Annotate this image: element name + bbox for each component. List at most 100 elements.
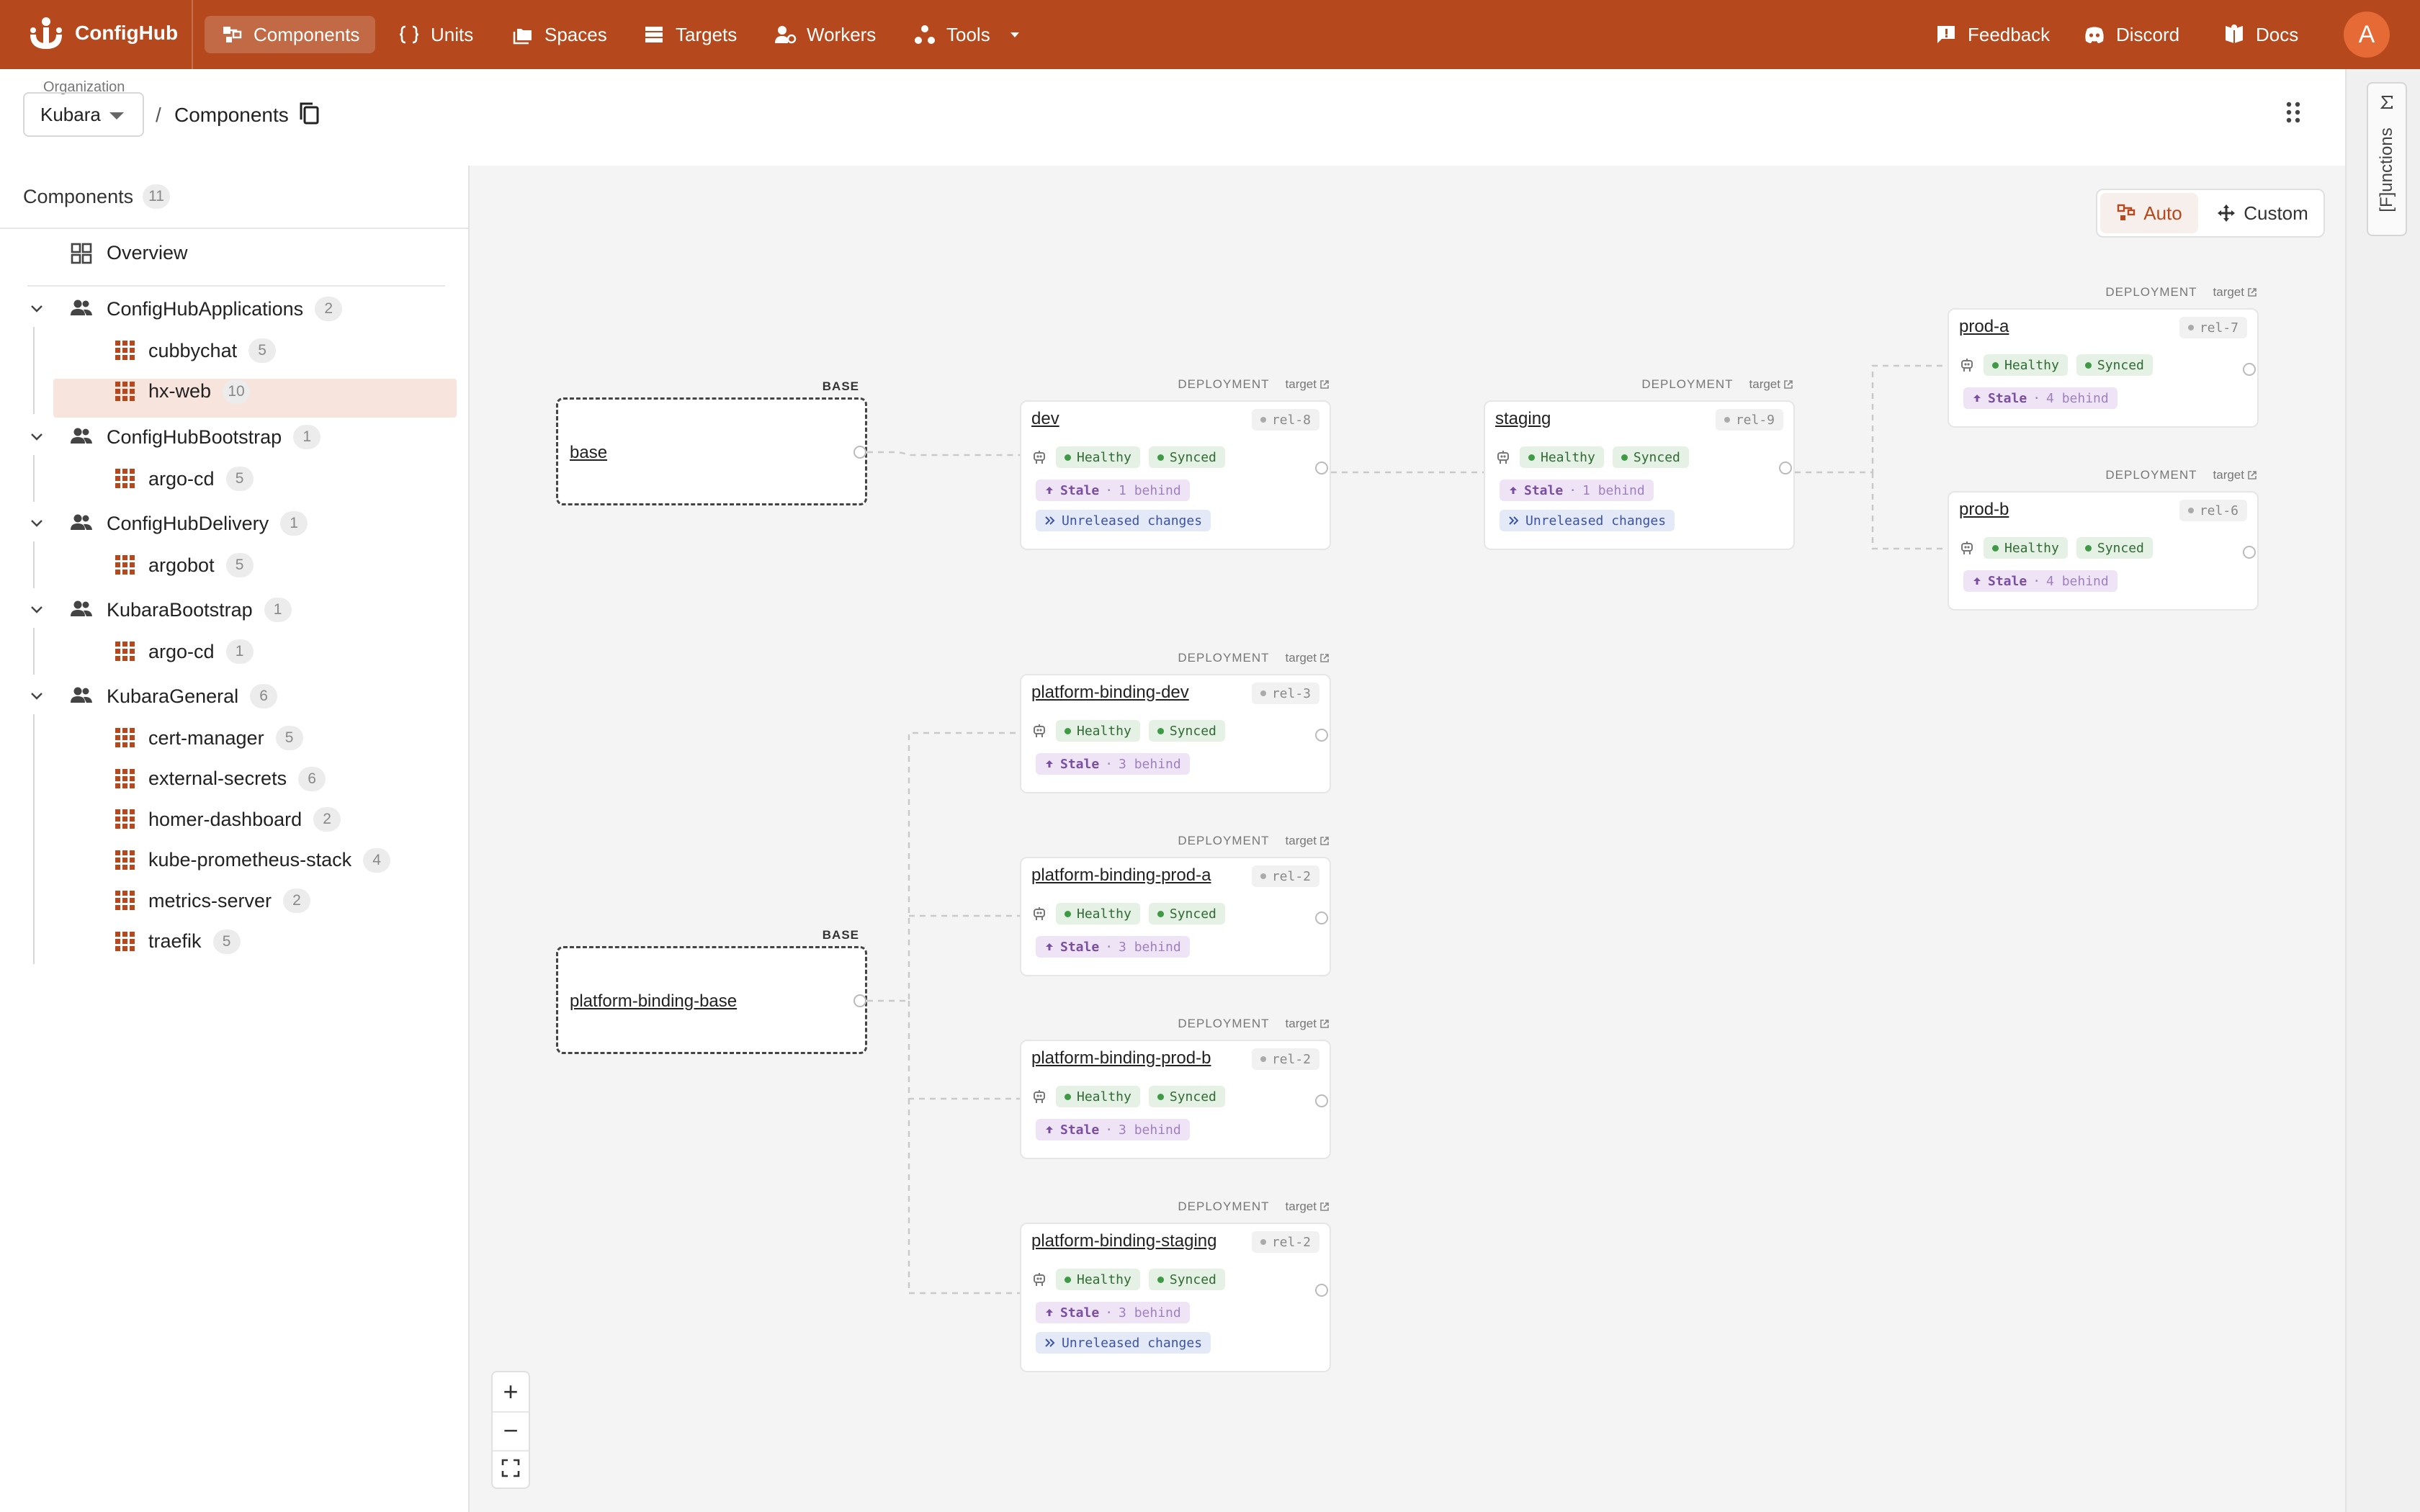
nav-tools[interactable]: Tools bbox=[897, 16, 1038, 53]
arrow-up-icon bbox=[1508, 485, 1518, 495]
deployment-name[interactable]: platform-binding-prod-a bbox=[1031, 865, 1211, 886]
auto-layout-button[interactable]: Auto bbox=[2100, 193, 2198, 233]
chevron-down-icon[interactable] bbox=[29, 300, 45, 316]
stale-badge[interactable]: Stale · 3 behind bbox=[1036, 936, 1190, 958]
zoom-out-button[interactable]: − bbox=[493, 1411, 529, 1450]
target-link[interactable]: target bbox=[2213, 285, 2257, 300]
target-link[interactable]: target bbox=[1286, 1017, 1330, 1031]
target-link[interactable]: target bbox=[1286, 377, 1330, 392]
sidebar-item-argo-cd[interactable]: argo-cd 1 bbox=[0, 632, 468, 670]
deployment-node[interactable]: DEPLOYMENT target dev rel-8 Healthy Synced Sta… bbox=[1020, 377, 1331, 550]
brand-name[interactable]: ConfigHub bbox=[75, 22, 178, 45]
sidebar-item-homer-dashboard[interactable]: homer-dashboard 2 bbox=[0, 800, 468, 837]
unreleased-badge[interactable]: Unreleased changes bbox=[1036, 510, 1211, 531]
sidebar-item-traefik[interactable]: traefik 5 bbox=[0, 922, 468, 960]
output-port[interactable] bbox=[1315, 1094, 1328, 1107]
output-port[interactable] bbox=[853, 446, 866, 459]
sidebar-item-kube-prometheus-stack[interactable]: kube-prometheus-stack 4 bbox=[0, 841, 468, 878]
nav-discord[interactable]: Discord bbox=[2067, 16, 2195, 53]
sidebar-item-external-secrets[interactable]: external-secrets 6 bbox=[0, 760, 468, 797]
revision-badge: rel-2 bbox=[1251, 865, 1319, 887]
base-node[interactable]: BASE platform-binding-base bbox=[556, 928, 867, 1054]
sidebar-item-cert-manager[interactable]: cert-manager 5 bbox=[0, 719, 468, 756]
sidebar-group[interactable]: KubaraBootstrap 1 bbox=[0, 590, 468, 628]
stale-badge[interactable]: Stale · 1 behind bbox=[1500, 480, 1654, 501]
deployment-name[interactable]: platform-binding-dev bbox=[1031, 683, 1189, 703]
deployment-name[interactable]: staging bbox=[1495, 409, 1551, 429]
graph-canvas[interactable]: Auto Custom BASE base BASE platform-binding… bbox=[470, 166, 2345, 1512]
chevron-down-icon[interactable] bbox=[29, 688, 45, 703]
custom-layout-button[interactable]: Custom bbox=[2202, 193, 2322, 233]
sidebar-title: Components bbox=[23, 186, 134, 207]
output-port[interactable] bbox=[2243, 363, 2256, 376]
fit-view-button[interactable] bbox=[493, 1449, 529, 1488]
nav-workers[interactable]: Workers bbox=[758, 16, 892, 53]
chevron-down-icon[interactable] bbox=[29, 428, 45, 444]
sidebar-item-argo-cd[interactable]: argo-cd 5 bbox=[0, 459, 468, 497]
output-port[interactable] bbox=[1315, 912, 1328, 924]
apps-grid-icon[interactable] bbox=[2280, 99, 2306, 125]
output-port[interactable] bbox=[2243, 546, 2256, 559]
zoom-in-button[interactable]: + bbox=[493, 1372, 529, 1411]
output-port[interactable] bbox=[853, 994, 866, 1007]
chevron-down-icon[interactable] bbox=[29, 601, 45, 617]
deployment-name[interactable]: platform-binding-staging bbox=[1031, 1231, 1216, 1251]
output-port[interactable] bbox=[1315, 729, 1328, 742]
output-port[interactable] bbox=[1315, 1284, 1328, 1297]
output-port[interactable] bbox=[1779, 462, 1792, 474]
nav-targets[interactable]: Targets bbox=[627, 16, 753, 53]
deployment-node[interactable]: DEPLOYMENT target platform-binding-prod-a r… bbox=[1020, 834, 1331, 976]
deployment-name[interactable]: prod-a bbox=[1959, 317, 2009, 337]
stale-badge[interactable]: Stale · 3 behind bbox=[1036, 1119, 1190, 1140]
deployment-node[interactable]: DEPLOYMENT target platform-binding-prod-b r… bbox=[1020, 1017, 1331, 1159]
stale-badge[interactable]: Stale · 1 behind bbox=[1036, 480, 1190, 501]
stale-badge[interactable]: Stale · 3 behind bbox=[1036, 1302, 1190, 1323]
sidebar-group[interactable]: ConfigHubApplications 2 bbox=[0, 289, 468, 327]
fit-view-icon bbox=[501, 1459, 520, 1477]
deployment-node[interactable]: DEPLOYMENT target prod-a rel-7 Healthy Synced… bbox=[1948, 285, 2259, 428]
stale-badge[interactable]: Stale · 3 behind bbox=[1036, 753, 1190, 775]
base-node-name[interactable]: base bbox=[570, 443, 607, 463]
confighub-logo-icon[interactable] bbox=[24, 13, 68, 56]
sidebar-item-metrics-server[interactable]: metrics-server 2 bbox=[0, 881, 468, 919]
deployment-name[interactable]: prod-b bbox=[1959, 500, 2009, 520]
deployment-node[interactable]: DEPLOYMENT target prod-b rel-6 Healthy Synced… bbox=[1948, 468, 2259, 611]
user-avatar[interactable]: A bbox=[2344, 12, 2390, 58]
deployment-name[interactable]: dev bbox=[1031, 409, 1059, 429]
sidebar-group[interactable]: KubaraGeneral 6 bbox=[0, 677, 468, 714]
unreleased-badge[interactable]: Unreleased changes bbox=[1500, 510, 1675, 531]
sidebar-item-overview[interactable]: Overview bbox=[0, 235, 468, 272]
item-count-badge: 5 bbox=[212, 929, 241, 954]
sidebar-item-cubbychat[interactable]: cubbychat 5 bbox=[0, 331, 468, 369]
deployment-name[interactable]: platform-binding-prod-b bbox=[1031, 1048, 1211, 1068]
nav-feedback[interactable]: Feedback bbox=[1919, 16, 2066, 53]
sync-label: Synced bbox=[1169, 1089, 1216, 1104]
organization-select[interactable]: Kubara bbox=[23, 92, 144, 137]
base-node[interactable]: BASE base bbox=[556, 379, 867, 505]
stale-badge[interactable]: Stale · 4 behind bbox=[1963, 387, 2118, 409]
output-port[interactable] bbox=[1315, 462, 1328, 474]
chevron-down-icon[interactable] bbox=[29, 515, 45, 531]
target-link[interactable]: target bbox=[1286, 1200, 1330, 1214]
target-link[interactable]: target bbox=[2213, 468, 2257, 482]
sidebar-group[interactable]: ConfigHubBootstrap 1 bbox=[0, 418, 468, 455]
nav-components[interactable]: Components bbox=[205, 16, 376, 53]
unreleased-badge[interactable]: Unreleased changes bbox=[1036, 1332, 1211, 1354]
sidebar-item-argobot[interactable]: argobot 5 bbox=[0, 546, 468, 583]
sidebar-group[interactable]: ConfigHubDelivery 1 bbox=[0, 504, 468, 541]
copy-icon[interactable] bbox=[297, 101, 323, 127]
target-link[interactable]: target bbox=[1749, 377, 1793, 392]
nav-docs[interactable]: Docs bbox=[2207, 16, 2314, 53]
target-link[interactable]: target bbox=[1286, 834, 1330, 848]
target-link-label: target bbox=[1749, 377, 1780, 391]
deployment-node[interactable]: DEPLOYMENT target platform-binding-dev rel-… bbox=[1020, 651, 1331, 793]
nav-spaces[interactable]: Spaces bbox=[496, 16, 623, 53]
sidebar-item-hx-web[interactable]: hx-web 10 bbox=[0, 372, 468, 410]
stale-badge[interactable]: Stale · 4 behind bbox=[1963, 570, 2118, 592]
deployment-node[interactable]: DEPLOYMENT target platform-binding-staging… bbox=[1020, 1200, 1331, 1372]
target-link[interactable]: target bbox=[1286, 651, 1330, 665]
functions-tab[interactable]: [F]unctions bbox=[2367, 82, 2407, 236]
deployment-node[interactable]: DEPLOYMENT target staging rel-9 Healthy Synce… bbox=[1484, 377, 1795, 550]
base-node-name[interactable]: platform-binding-base bbox=[570, 991, 737, 1012]
nav-units[interactable]: Units bbox=[382, 16, 489, 53]
